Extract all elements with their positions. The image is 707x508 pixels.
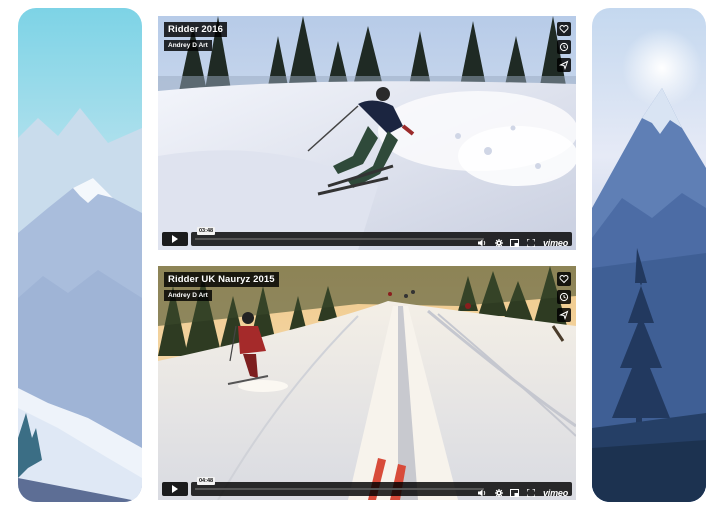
watch-later-button[interactable] <box>557 40 571 54</box>
play-button[interactable] <box>162 482 188 496</box>
volume-icon[interactable] <box>478 239 487 247</box>
side-actions <box>557 22 571 76</box>
clock-icon <box>559 292 569 302</box>
control-icons: vimeo <box>475 484 568 498</box>
video-player[interactable]: Ridder UK Nauryz 2015 Andrey D Art 04:48 <box>158 266 576 500</box>
settings-icon[interactable] <box>494 238 503 247</box>
volume-icon[interactable] <box>478 489 487 497</box>
send-icon <box>559 60 569 70</box>
watch-later-button[interactable] <box>557 290 571 304</box>
video-title[interactable]: Ridder 2016 <box>164 22 227 37</box>
share-button[interactable] <box>557 58 571 72</box>
duration-badge: 03:48 <box>197 227 216 235</box>
video-thumbnail <box>158 266 576 500</box>
play-icon <box>172 235 178 243</box>
video-author[interactable]: Andrey D Art <box>164 40 212 51</box>
player-controls: 04:48 vimeo <box>162 477 572 498</box>
clock-icon <box>559 42 569 52</box>
side-actions <box>557 272 571 326</box>
play-button[interactable] <box>162 232 188 246</box>
control-icons: vimeo <box>475 234 568 248</box>
like-button[interactable] <box>557 22 571 36</box>
fullscreen-icon[interactable] <box>526 488 535 497</box>
settings-icon[interactable] <box>494 488 503 497</box>
duration-badge: 04:48 <box>197 477 216 485</box>
pip-icon[interactable] <box>510 488 520 497</box>
left-decorative-panel <box>18 8 142 502</box>
player-controls: 03:48 vimeo <box>162 227 572 248</box>
play-icon <box>172 485 178 493</box>
share-button[interactable] <box>557 308 571 322</box>
video-list: Ridder 2016 Andrey D Art 03:48 vimeo Rid… <box>142 8 592 502</box>
pip-icon[interactable] <box>510 238 520 247</box>
vimeo-logo[interactable]: vimeo <box>543 238 568 248</box>
control-bar: 04:48 vimeo <box>191 477 572 498</box>
video-title[interactable]: Ridder UK Nauryz 2015 <box>164 272 279 287</box>
right-decorative-panel <box>592 8 706 502</box>
video-author[interactable]: Andrey D Art <box>164 290 212 301</box>
progress-bar[interactable]: 04:48 <box>195 477 484 490</box>
video-player[interactable]: Ridder 2016 Andrey D Art 03:48 vimeo <box>158 16 576 250</box>
like-button[interactable] <box>557 272 571 286</box>
send-icon <box>559 310 569 320</box>
heart-icon <box>559 275 569 284</box>
control-bar: 03:48 vimeo <box>191 227 572 248</box>
vimeo-logo[interactable]: vimeo <box>543 488 568 498</box>
fullscreen-icon[interactable] <box>526 238 535 247</box>
progress-bar[interactable]: 03:48 <box>195 227 484 240</box>
heart-icon <box>559 25 569 34</box>
video-thumbnail <box>158 16 576 250</box>
